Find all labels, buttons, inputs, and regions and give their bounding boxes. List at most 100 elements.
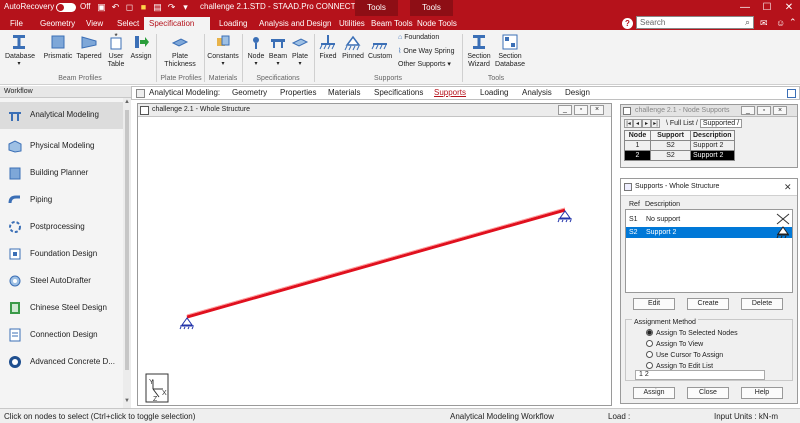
save-file-icon[interactable]: ▤ [152,2,163,13]
structure-canvas[interactable]: Y X Z [138,118,611,406]
menu-geometry[interactable]: Geometry [35,17,80,30]
ribbon-options-icon[interactable]: ⌃ [789,17,797,28]
tapered-button[interactable]: Tapered [76,33,102,60]
col-support[interactable]: Support [650,130,691,141]
cell-description[interactable]: Support 2 [690,150,735,161]
menu-beam-tools[interactable]: Beam Tools [366,17,418,30]
save-icon[interactable]: ▣ [96,2,107,13]
pinned-support-button[interactable]: Pinned [340,33,366,60]
autorecovery-toggle[interactable] [56,3,76,12]
table-restore-icon[interactable]: ▫ [757,106,771,115]
cell-description[interactable]: Support 2 [690,140,735,151]
custom-support-button[interactable]: Custom [367,33,393,60]
redo-icon[interactable]: ↷ [166,2,177,13]
tab-geometry[interactable]: Geometry [232,88,267,97]
create-button[interactable]: Create [687,298,729,310]
menu-view[interactable]: View [81,17,108,30]
view-close-icon[interactable]: × [590,105,604,115]
tab-analysis[interactable]: Analysis [522,88,552,97]
edit-button[interactable]: Edit [633,298,675,310]
workflow-item-physical-modeling[interactable]: Physical Modeling [0,133,123,160]
col-node[interactable]: Node [624,130,651,141]
cell-support[interactable]: S2 [650,140,691,151]
dialog-close-icon[interactable]: ✕ [784,182,792,193]
table-minimize-icon[interactable]: _ [741,106,755,115]
assign-profile-button[interactable]: Assign [130,33,152,60]
beam-spec-button[interactable]: Beam ▾ [268,33,288,67]
workflow-item-analytical-modeling[interactable]: Analytical Modeling [0,102,123,129]
minimize-icon[interactable]: — [734,0,756,16]
notification-icon[interactable]: ✉ [760,18,768,29]
menu-loading[interactable]: Loading [214,17,252,30]
plate-thickness-button[interactable]: Plate Thickness [162,33,198,69]
menu-specification[interactable]: Specification [144,17,210,30]
workflow-item-connection-design[interactable]: Connection Design [0,322,123,349]
maximize-icon[interactable]: ☐ [756,0,778,16]
table-row[interactable]: 1 S2 Support 2 [624,140,735,151]
cell-support[interactable]: S2 [650,150,691,161]
next-icon[interactable]: ▸ [642,119,651,128]
close-icon[interactable]: ✕ [778,0,800,16]
delete-button[interactable]: Delete [741,298,783,310]
scroll-up-icon[interactable]: ▲ [124,99,130,105]
search-input[interactable]: Search [640,18,665,27]
cell-node[interactable]: 1 [624,140,651,151]
menu-analysis-design[interactable]: Analysis and Design [254,17,336,30]
tab-materials[interactable]: Materials [328,88,360,97]
tab-supported[interactable]: Supported / [699,119,743,128]
workflow-item-postprocessing[interactable]: Postprocessing [0,214,123,241]
workflow-item-foundation-design[interactable]: Foundation Design [0,241,123,268]
tab-design[interactable]: Design [565,88,590,97]
undo-icon[interactable]: ↶ [110,2,121,13]
workflow-item-piping[interactable]: Piping [0,187,123,214]
close-button[interactable]: Close [687,387,729,399]
prev-icon[interactable]: ◂ [633,119,642,128]
section-wizard-button[interactable]: Section Wizard [466,33,492,69]
radio-assign-edit-list[interactable]: Assign To Edit List [646,362,713,370]
node-spec-button[interactable]: Node ▾ [246,33,266,67]
view-minimize-icon[interactable]: _ [558,105,572,115]
prismatic-button[interactable]: Prismatic [42,33,74,60]
customize-icon[interactable]: ▾ [180,2,191,13]
constants-button[interactable]: Constants ▾ [206,33,240,67]
scroll-down-icon[interactable]: ▼ [124,398,130,404]
menu-file[interactable]: File [5,17,28,30]
supports-list[interactable]: S1 No support S2 Support 2 [625,209,793,293]
foundation-button[interactable]: ⌂ Foundation [398,34,439,41]
radio-use-cursor[interactable]: Use Cursor To Assign [646,351,723,359]
fixed-support-button[interactable]: Fixed [318,33,338,60]
help-button[interactable]: Help [741,387,783,399]
user-table-button[interactable]: * User Table [104,33,128,69]
tab-properties[interactable]: Properties [280,88,316,97]
table-close-icon[interactable]: × [773,106,787,115]
database-button[interactable]: Database ▾ [5,33,35,67]
edit-list-input[interactable]: 1 2 [635,370,765,380]
tab-full-list[interactable]: \ Full List / [666,120,698,127]
table-row[interactable]: 2 S2 Support 2 [624,150,735,161]
search-box[interactable]: Search ⌕ [636,16,754,29]
radio-assign-selected-nodes[interactable]: Assign To Selected Nodes [646,329,738,337]
list-item[interactable]: S2 Support 2 [626,227,792,238]
last-icon[interactable]: ▸| [651,119,660,128]
list-item[interactable]: S1 No support [626,214,792,225]
menu-select[interactable]: Select [112,17,144,30]
cell-node[interactable]: 2 [624,150,651,161]
tab-supports[interactable]: Supports [434,88,466,97]
workflow-item-steel-autodrafter[interactable]: Steel AutoDrafter [0,268,123,295]
plate-spec-button[interactable]: Plate ▾ [290,33,310,67]
section-database-button[interactable]: Section Database [494,33,526,69]
new-file-icon[interactable]: ◻ [124,2,135,13]
open-folder-icon[interactable]: ■ [138,2,149,13]
workflow-item-building-planner[interactable]: Building Planner [0,160,123,187]
user-icon[interactable]: ☺ [776,18,785,28]
first-icon[interactable]: |◂ [624,119,633,128]
panel-layout-icon[interactable] [787,89,796,98]
assign-button[interactable]: Assign [633,387,675,399]
other-supports-button[interactable]: Other Supports ▾ [398,60,451,68]
workflow-item-advanced-concrete[interactable]: Advanced Concrete D... [0,349,123,376]
menu-utilities[interactable]: Utilities [334,17,370,30]
tab-specifications[interactable]: Specifications [374,88,423,97]
search-icon[interactable]: ⌕ [745,17,750,28]
menu-node-tools[interactable]: Node Tools [412,17,462,30]
col-description[interactable]: Description [690,130,735,141]
